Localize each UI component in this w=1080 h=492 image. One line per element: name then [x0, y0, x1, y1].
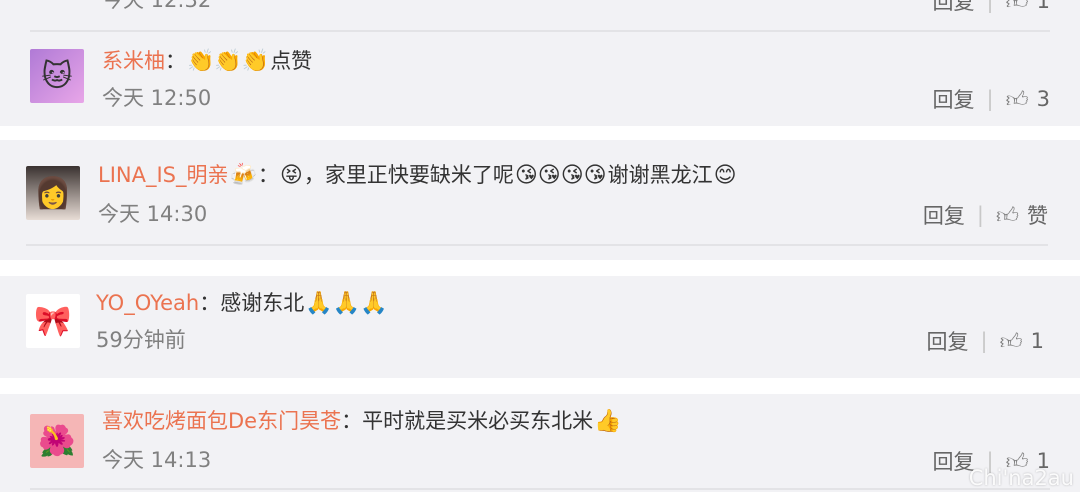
woman-avatar[interactable]: 👩 [26, 166, 80, 220]
like-button[interactable]: 👍︎ 3 [1006, 86, 1050, 113]
comment-username[interactable]: 喜欢吃烤面包De东门昊苍 [102, 409, 341, 433]
cartoon-girl-avatar[interactable]: 🎀 [26, 294, 80, 348]
comment-colon: ： [341, 409, 363, 433]
comment-panel-2: 👩 LINA_IS_明亲🍻：😝，家里正快要缺米了呢😘😘😘😘谢谢黑龙江😊 今天 1… [0, 140, 1080, 260]
comment-panel-3: 🎀 YO_OYeah：感谢东北🙏🙏🙏 59分钟前 回复 | 👍︎ 1 [0, 276, 1080, 378]
like-button[interactable]: 👍︎ 1 [1000, 328, 1044, 355]
comment-colon: ： [165, 49, 186, 73]
comment-item: 🎀 YO_OYeah：感谢东北🙏🙏🙏 59分钟前 回复 | 👍︎ 1 [0, 276, 1080, 378]
comment-colon: ： [257, 163, 279, 187]
comment-line: 喜欢吃烤面包De东门昊苍：平时就是买米必买东北米👍 [102, 406, 623, 437]
like-count: 3 [1036, 87, 1050, 111]
comment-line: LINA_IS_明亲🍻：😝，家里正快要缺米了呢😘😘😘😘谢谢黑龙江😊 [98, 160, 738, 191]
comment-time: 今天 12:50 [102, 86, 212, 110]
action-separator: | [976, 203, 984, 227]
flower-avatar[interactable]: 🌺 [30, 414, 84, 468]
comment-panel-4: 🌺 喜欢吃烤面包De东门昊苍：平时就是买米必买东北米👍 今天 14:13 回复 … [0, 394, 1080, 492]
cat-icon: 🐱 [41, 58, 73, 94]
reply-button[interactable]: 回复 [927, 326, 969, 356]
reply-button[interactable]: 回复 [923, 200, 965, 230]
comment-actions: 回复 | 👍︎ 3 [933, 84, 1050, 114]
comment-item: 🌺 喜欢吃烤面包De东门昊苍：平时就是买米必买东北米👍 今天 14:13 回复 … [0, 394, 1080, 492]
comment-colon: ： [199, 291, 221, 315]
comment-text-2: 谢谢黑龙江 [607, 163, 713, 187]
reply-button[interactable]: 回复 [933, 0, 975, 16]
comment-time: 今天 14:30 [98, 202, 208, 226]
comment-panel-1: 今天 12:32 回复 | 👍︎ 1 🐱 系米柚：👏👏👏点赞 今天 12:50 … [0, 0, 1080, 126]
comment-divider [30, 488, 1050, 490]
comment-actions: 回复 | 👍︎ 1 [927, 326, 1044, 356]
comment-text: 感谢东北 [220, 291, 305, 315]
comment-username[interactable]: YO_OYeah [96, 291, 199, 315]
action-separator: | [980, 329, 988, 353]
flower-icon: 🌺 [38, 423, 76, 459]
comment-time: 今天 14:13 [102, 448, 212, 472]
thumbs-up-emoji-icon: 👍 [594, 409, 622, 434]
comment-item-partial: 今天 12:32 回复 | 👍︎ 1 [0, 0, 1080, 20]
action-separator: | [986, 87, 994, 111]
reply-button[interactable]: 回复 [933, 84, 975, 114]
crazy-face-icon: 😝 [279, 163, 303, 188]
thumbs-up-icon: 👍︎ [1005, 87, 1029, 113]
like-button[interactable]: 👍︎ 赞 [996, 200, 1048, 230]
comment-text: 平时就是买米必买东北米 [362, 409, 594, 433]
thumbs-up-icon: 👍︎ [1005, 0, 1029, 15]
comment-time: 59分钟前 [96, 328, 186, 352]
woman-icon: 👩 [34, 175, 72, 211]
cheers-badge-icon: 🍻 [229, 163, 257, 188]
like-button[interactable]: 👍︎ 1 [1006, 0, 1050, 15]
comment-divider [30, 30, 1050, 32]
like-label: 赞 [1027, 204, 1048, 228]
like-count: 1 [1030, 329, 1044, 353]
comment-actions: 回复 | 👍︎ 赞 [923, 200, 1048, 230]
comment-item: 🐱 系米柚：👏👏👏点赞 今天 12:50 回复 | 👍︎ 3 [0, 34, 1080, 126]
thumbs-up-icon: 👍︎ [996, 203, 1019, 229]
comment-text: ，家里正快要缺米了呢 [303, 163, 514, 187]
comment-username[interactable]: 系米柚 [102, 49, 165, 73]
smile-face-icon: 😊 [713, 163, 737, 188]
cat-avatar[interactable]: 🐱 [30, 49, 84, 103]
comment-line: YO_OYeah：感谢东北🙏🙏🙏 [96, 288, 388, 319]
clapping-hands-icon: 👏👏👏 [187, 49, 270, 74]
praying-hands-icon: 🙏🙏🙏 [305, 291, 388, 316]
comment-item: 👩 LINA_IS_明亲🍻：😝，家里正快要缺米了呢😘😘😘😘谢谢黑龙江😊 今天 1… [0, 140, 1080, 260]
comment-line: 系米柚：👏👏👏点赞 [102, 46, 312, 77]
thumbs-up-icon: 👍︎ [999, 329, 1023, 355]
comment-text: 点赞 [270, 49, 313, 73]
comment-time: 今天 12:32 [102, 0, 212, 12]
action-separator: | [986, 0, 994, 13]
watermark-text: Chi'na2au [968, 466, 1074, 490]
cartoon-girl-icon: 🎀 [34, 303, 72, 339]
comment-actions: 回复 | 👍︎ 1 [933, 0, 1050, 16]
comment-username[interactable]: LINA_IS_明亲 [98, 163, 229, 187]
comment-divider [26, 244, 1048, 246]
kiss-face-icon: 😘😘😘😘 [514, 163, 607, 188]
like-count: 1 [1036, 0, 1050, 13]
